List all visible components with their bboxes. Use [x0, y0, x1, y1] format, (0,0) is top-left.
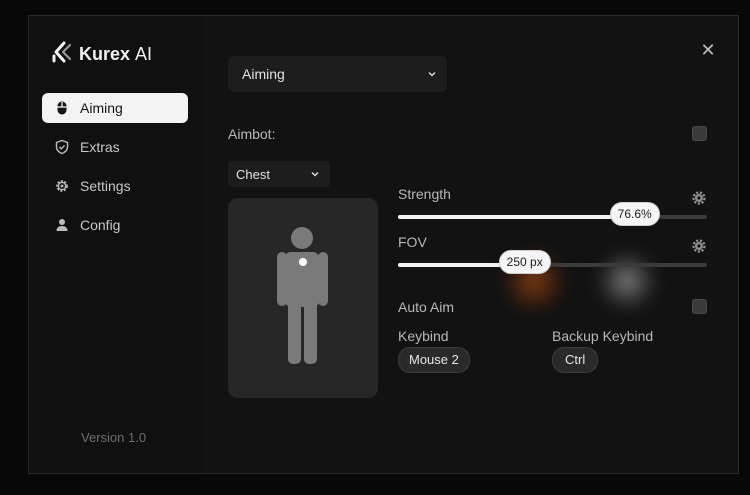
- gear-icon: [691, 239, 707, 258]
- sidebar-item-label: Config: [80, 217, 121, 233]
- sidebar-item-label: Extras: [80, 139, 120, 155]
- sidebar-item-config[interactable]: Config: [42, 210, 188, 240]
- sidebar-item-aiming[interactable]: Aiming: [42, 93, 188, 123]
- strength-label: Strength: [398, 186, 451, 202]
- keybind-button[interactable]: Mouse 2: [398, 347, 470, 373]
- keybind-label: Keybind: [398, 328, 449, 344]
- fov-slider-handle[interactable]: 250 px: [499, 251, 550, 273]
- sidebar: Kurex AI Aiming Extras Settings Config V…: [29, 16, 202, 473]
- backup-keybind-button[interactable]: Ctrl: [552, 347, 599, 373]
- decorative-glow-white: [592, 246, 662, 316]
- gear-icon: [54, 178, 70, 194]
- target-select-value: Chest: [236, 166, 270, 182]
- aimbot-checkbox[interactable]: [692, 126, 707, 141]
- version-label: Version 1.0: [81, 430, 147, 445]
- target-point: [299, 258, 307, 266]
- body-target-panel: [228, 198, 378, 398]
- gear-icon: [691, 191, 707, 210]
- strength-settings-button[interactable]: [691, 190, 707, 206]
- fov-settings-button[interactable]: [691, 238, 707, 254]
- brand: Kurex AI: [51, 40, 152, 69]
- app-window: Kurex AI Aiming Extras Settings Config V…: [28, 15, 739, 474]
- fov-slider[interactable]: 250 px: [398, 251, 707, 273]
- close-button[interactable]: ✕: [699, 41, 717, 59]
- sidebar-item-extras[interactable]: Extras: [42, 132, 188, 162]
- close-icon: ✕: [700, 40, 716, 60]
- chevron-down-icon: [311, 171, 319, 177]
- section-select[interactable]: Aiming: [228, 56, 447, 92]
- shield-icon: [54, 139, 70, 155]
- aimbot-label: Aimbot:: [228, 126, 276, 142]
- auto-aim-checkbox[interactable]: [692, 299, 707, 314]
- strength-slider-handle[interactable]: 76.6%: [610, 203, 659, 225]
- logo-icon: [51, 40, 73, 69]
- user-icon: [54, 217, 70, 233]
- brand-name: Kurex AI: [79, 44, 153, 64]
- sidebar-item-label: Aiming: [80, 100, 123, 116]
- strength-slider[interactable]: 76.6%: [398, 203, 707, 225]
- sidebar-item-label: Settings: [80, 178, 131, 194]
- sidebar-nav: Aiming Extras Settings Config: [42, 93, 188, 249]
- fov-label: FOV: [398, 234, 427, 250]
- target-select[interactable]: Chest: [228, 161, 330, 187]
- body-figure[interactable]: [228, 198, 378, 398]
- chevron-down-icon: [428, 71, 436, 77]
- section-select-value: Aiming: [242, 66, 285, 82]
- mouse-icon: [54, 100, 70, 116]
- auto-aim-label: Auto Aim: [398, 299, 455, 315]
- backup-keybind-label: Backup Keybind: [552, 328, 654, 344]
- sidebar-item-settings[interactable]: Settings: [42, 171, 188, 201]
- strength-slider-fill: [398, 215, 635, 219]
